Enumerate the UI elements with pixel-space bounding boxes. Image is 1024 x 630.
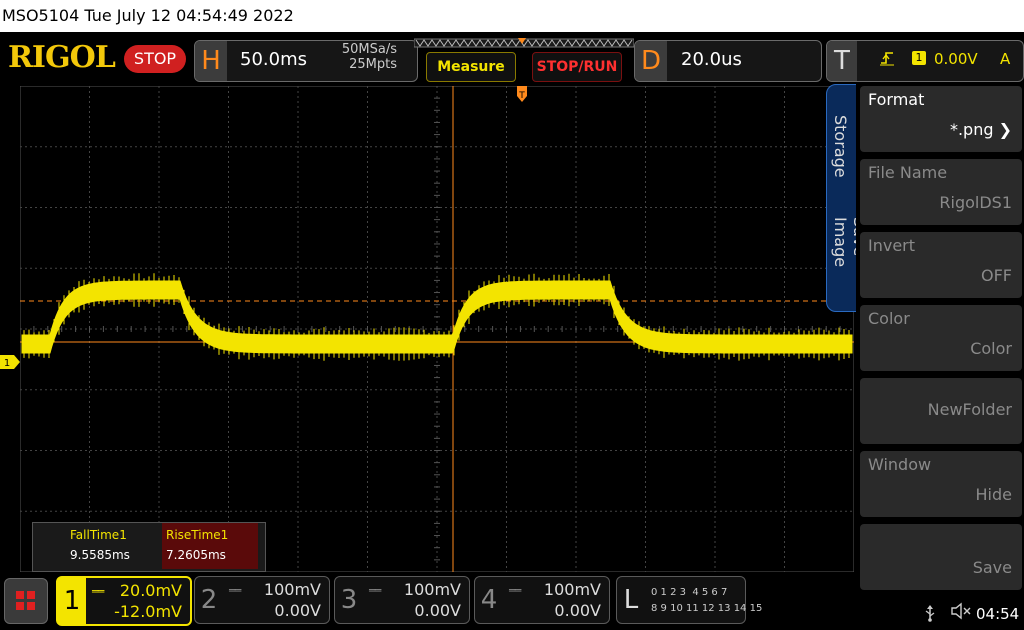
measure-button[interactable]: Measure [426,52,516,82]
dc-coupling-icon: ══ [369,584,381,597]
acquisition-info: 50MSa/s 25Mpts [333,42,397,72]
horizontal-letter: H [195,41,227,81]
menu-item-label: Invert [868,236,916,255]
menu-item-label: Color [868,309,910,328]
menu-item-value: Save [972,558,1012,577]
stop-run-button[interactable]: STOP/RUN [532,52,622,82]
trigger-letter: T [827,41,857,81]
rising-edge-icon [880,50,894,70]
memory-position-bar [414,38,634,48]
trigger-marker-label: T [518,91,525,101]
channel-scale: 100mV [403,580,461,599]
channel-1-marker[interactable]: 1 [0,355,20,369]
fall-time-label: FallTime1 [70,528,127,542]
trigger-mode: A [1000,50,1011,68]
menu-item-label: Format [868,90,925,109]
brand-logo: RIGOL [8,40,116,75]
trigger-level: 0.00V [934,50,978,68]
logic-channel-digits: 0 1 2 3 4 5 6 7 8 9 10 11 12 13 14 15 [651,585,762,617]
menu-item-window[interactable]: Window Hide [860,451,1022,517]
softkey-menu: Format *.png ❯ File Name RigolDS1 Invert… [856,84,1024,592]
storage-tab[interactable]: Storage [831,115,850,178]
channel-offset: -12.0mV [114,602,182,621]
status-clock: 04:54 [976,605,1020,623]
menu-item-file-name[interactable]: File Name RigolDS1 [860,159,1022,225]
channel-scale: 20.0mV [119,581,182,600]
memory-depth: 25Mpts [349,57,397,72]
channel-offset: 0.00V [274,601,321,620]
menu-item-value: *.png ❯ [949,120,1012,139]
main-menu-button[interactable] [4,578,48,624]
logic-analyzer-box[interactable]: L 0 1 2 3 4 5 6 7 8 9 10 11 12 13 14 15 [616,576,762,624]
channel-scale: 100mV [543,580,601,599]
channel-1-box[interactable]: 1 ══ 20.0mV -12.0mV [56,576,192,626]
sample-rate: 50MSa/s [341,42,397,57]
menu-item-save[interactable]: Save [860,524,1022,590]
channel-offset: 0.00V [414,601,461,620]
channel-number: 1 [58,578,86,624]
menu-item-new-folder[interactable]: NewFolder [860,378,1022,444]
channel-2-box[interactable]: 2 ══ 100mV 0.00V [194,576,330,624]
rise-time-value: 7.2605ms [166,548,226,562]
channel-offset: 0.00V [554,601,601,620]
dc-coupling-icon: ══ [509,584,521,597]
grid-menu-icon [16,591,35,610]
menu-item-value: OFF [981,266,1012,285]
waveform-display[interactable]: T [20,86,854,572]
menu-side-tab[interactable]: Storage Save Image [826,84,869,312]
trigger-source: 1 [912,51,926,65]
logic-row-2: 8 9 10 11 12 13 14 15 [651,603,763,614]
channel-scale: 100mV [263,580,321,599]
menu-item-value: NewFolder [927,400,1012,419]
delay-value: 20.0us [681,49,742,70]
menu-item-value: Color [970,339,1012,358]
channel-3-box[interactable]: 3 ══ 100mV 0.00V [334,576,470,624]
menu-item-format[interactable]: Format *.png ❯ [860,86,1022,152]
menu-item-color[interactable]: Color Color [860,305,1022,371]
rise-time-label: RiseTime1 [166,528,229,542]
title-text: MSO5104 Tue July 12 04:54:49 2022 [2,6,294,25]
timebase-value: 50.0ms [240,49,307,70]
speaker-muted-icon[interactable] [950,602,972,624]
title-bar: MSO5104 Tue July 12 04:54:49 2022 [0,0,1024,32]
channel-number: 3 [340,585,358,615]
menu-item-invert[interactable]: Invert OFF [860,232,1022,298]
logic-row-1: 0 1 2 3 4 5 6 7 [651,587,728,598]
channel-1-marker-label: 1 [4,358,10,369]
menu-item-value: RigolDS1 [939,193,1012,212]
menu-item-label: File Name [868,163,948,182]
dc-coupling-icon: ══ [229,584,241,597]
fall-time-value: 9.5585ms [70,548,130,562]
logic-letter: L [623,585,639,615]
channel-number: 4 [480,585,498,615]
delay-letter: D [635,41,667,81]
run-state-badge[interactable]: STOP [124,45,186,73]
chevron-right-icon: ❯ [993,120,1012,139]
menu-item-value: Hide [975,485,1012,504]
channel-4-box[interactable]: 4 ══ 100mV 0.00V [474,576,610,624]
menu-item-label: Window [868,455,932,474]
usb-icon [924,604,936,626]
channel-number: 2 [200,585,218,615]
dc-coupling-icon: ══ [92,585,104,598]
